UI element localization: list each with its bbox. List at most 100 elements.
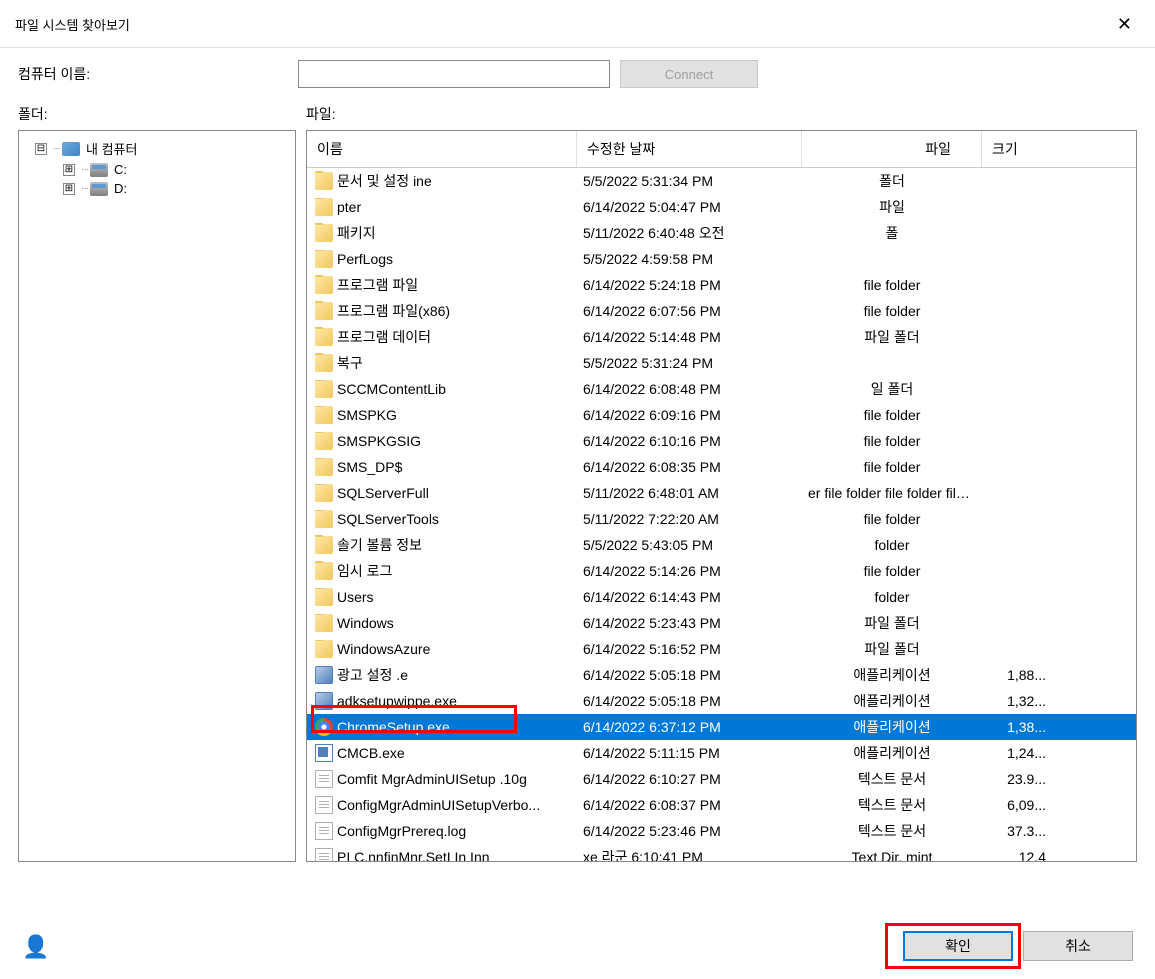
file-name: SMSPKGSIG (337, 433, 421, 449)
close-icon[interactable]: ✕ (1109, 10, 1140, 39)
ok-button[interactable]: 확인 (903, 931, 1013, 961)
main-panels: ⊟ ··· 내 컴퓨터 ⊞ ··· C: ⊞ ··· D: 이름 수정한 날짜 (18, 130, 1137, 862)
folder-icon (315, 276, 333, 294)
file-size: 12.4 (982, 849, 1058, 861)
file-list-header: 이름 수정한 날짜 파일 크기 (307, 131, 1136, 168)
file-date: 6/14/2022 6:10:16 PM (577, 433, 802, 449)
file-name: Users (337, 589, 374, 605)
expander-plus-icon[interactable]: ⊞ (63, 164, 75, 176)
file-list-body[interactable]: 문서 및 설정 ine5/5/2022 5:31:34 PM폴더pter6/14… (307, 168, 1136, 861)
exe-icon (315, 666, 333, 684)
doc-icon (315, 770, 333, 788)
cancel-button[interactable]: 취소 (1023, 931, 1133, 961)
file-row[interactable]: 광고 설정 .e6/14/2022 5:05:18 PM애플리케이션1,88..… (307, 662, 1136, 688)
file-row[interactable]: 임시 로그6/14/2022 5:14:26 PMfile folder (307, 558, 1136, 584)
file-row[interactable]: SMSPKGSIG6/14/2022 6:10:16 PMfile folder (307, 428, 1136, 454)
file-row[interactable]: SCCMContentLib6/14/2022 6:08:48 PM일 폴더 (307, 376, 1136, 402)
column-size[interactable]: 크기 (982, 131, 1058, 167)
doc-icon (315, 848, 333, 861)
file-type: folder (802, 589, 982, 605)
folder-icon (315, 458, 333, 476)
file-name: SQLServerTools (337, 511, 439, 527)
expander-plus-icon[interactable]: ⊞ (63, 183, 75, 195)
file-row[interactable]: 문서 및 설정 ine5/5/2022 5:31:34 PM폴더 (307, 168, 1136, 194)
file-name: 복구 (337, 353, 363, 373)
file-row[interactable]: ConfigMgrPrereq.log6/14/2022 5:23:46 PM텍… (307, 818, 1136, 844)
person-icon[interactable]: 👤 (22, 934, 46, 958)
folder-icon (315, 588, 333, 606)
computer-name-label: 컴퓨터 이름: (18, 64, 288, 84)
file-row[interactable]: 프로그램 데이터6/14/2022 5:14:48 PM파일 폴더 (307, 324, 1136, 350)
file-name: 광고 설정 .e (337, 665, 408, 685)
file-row[interactable]: Users 6/14/2022 6:14:43 PMfolder (307, 584, 1136, 610)
folder-label: 폴더: (18, 104, 306, 124)
column-name[interactable]: 이름 (307, 131, 577, 167)
connect-button[interactable]: Connect (620, 60, 758, 88)
folder-icon (315, 536, 333, 554)
file-type: Text Dir. mint (802, 849, 982, 861)
file-row[interactable]: Comfit MgrAdminUISetup .10g6/14/2022 6:1… (307, 766, 1136, 792)
file-row[interactable]: SMSPKG6/14/2022 6:09:16 PMfile folder (307, 402, 1136, 428)
chrome-icon (315, 718, 333, 736)
tree-drive-c[interactable]: ⊞ ··· C: (23, 160, 291, 179)
file-size: 1,32... (982, 693, 1058, 709)
file-row[interactable]: SQLServerTools5/11/2022 7:22:20 AMfile f… (307, 506, 1136, 532)
file-name: 프로그램 데이터 (337, 327, 431, 347)
file-name: PerfLogs (337, 251, 393, 267)
file-name: 프로그램 파일 (337, 275, 418, 295)
computer-icon (62, 142, 80, 156)
exe-icon (315, 692, 333, 710)
computer-name-input[interactable] (298, 60, 610, 88)
file-row[interactable]: CMCB.exe6/14/2022 5:11:15 PM애플리케이션1,24..… (307, 740, 1136, 766)
file-row[interactable]: Windows6/14/2022 5:23:43 PM파일 폴더 (307, 610, 1136, 636)
doc-icon (315, 822, 333, 840)
file-row[interactable]: SQLServerFull5/11/2022 6:48:01 AMer file… (307, 480, 1136, 506)
file-name: adksetupwippe.exe (337, 693, 457, 709)
file-date: 6/14/2022 5:05:18 PM (577, 667, 802, 683)
computer-name-row: 컴퓨터 이름: Connect (18, 60, 1137, 88)
file-row[interactable]: 솔기 볼륨 정보5/5/2022 5:43:05 PMfolder (307, 532, 1136, 558)
column-date[interactable]: 수정한 날짜 (577, 131, 802, 167)
file-name: 패키지 (337, 223, 376, 243)
footer-bar: 👤 확인 취소 (0, 931, 1155, 961)
file-date: 6/14/2022 6:10:27 PM (577, 771, 802, 787)
file-type: 파일 폴더 (802, 327, 982, 347)
file-row[interactable]: 복구5/5/2022 5:31:24 PM (307, 350, 1136, 376)
file-type: 애플리케이션 (802, 691, 982, 711)
file-date: 6/14/2022 5:11:15 PM (577, 745, 802, 761)
file-type: 텍스트 문서 (802, 795, 982, 815)
folder-tree[interactable]: ⊟ ··· 내 컴퓨터 ⊞ ··· C: ⊞ ··· D: (18, 130, 296, 862)
file-row[interactable]: SMS_DP$6/14/2022 6:08:35 PMfile folder (307, 454, 1136, 480)
file-row[interactable]: ConfigMgrAdminUISetupVerbo...6/14/2022 6… (307, 792, 1136, 818)
file-name: ConfigMgrAdminUISetupVerbo... (337, 797, 540, 813)
file-date: 6/14/2022 6:08:35 PM (577, 459, 802, 475)
folder-icon (315, 510, 333, 528)
folder-icon (315, 406, 333, 424)
file-row[interactable]: adksetupwippe.exe6/14/2022 5:05:18 PM애플리… (307, 688, 1136, 714)
file-type: 애플리케이션 (802, 665, 982, 685)
tree-drive-d[interactable]: ⊞ ··· D: (23, 179, 291, 198)
file-row[interactable]: PerfLogs5/5/2022 4:59:58 PM (307, 246, 1136, 272)
doc-icon (315, 796, 333, 814)
file-row[interactable]: 패키지5/11/2022 6:40:48 오전폴 (307, 220, 1136, 246)
file-row[interactable]: pter6/14/2022 5:04:47 PM파일 (307, 194, 1136, 220)
file-row[interactable]: 프로그램 파일(x86)6/14/2022 6:07:56 PMfile fol… (307, 298, 1136, 324)
folder-icon (315, 562, 333, 580)
expander-minus-icon[interactable]: ⊟ (35, 143, 47, 155)
file-row[interactable]: ChromeSetup.exe6/14/2022 6:37:12 PM애플리케이… (307, 714, 1136, 740)
file-row[interactable]: PI C.nnfinMnr.SetI In Innxe 라군 6:10:41 P… (307, 844, 1136, 861)
folder-icon (315, 380, 333, 398)
file-row[interactable]: 프로그램 파일6/14/2022 5:24:18 PMfile folder (307, 272, 1136, 298)
column-type[interactable]: 파일 (802, 131, 982, 167)
folder-icon (315, 354, 333, 372)
file-name: SQLServerFull (337, 485, 429, 501)
tree-root-node[interactable]: ⊟ ··· 내 컴퓨터 (23, 137, 291, 160)
file-type: file folder (802, 407, 982, 423)
file-name: CMCB.exe (337, 745, 405, 761)
file-row[interactable]: WindowsAzure6/14/2022 5:16:52 PM파일 폴더 (307, 636, 1136, 662)
file-name: SCCMContentLib (337, 381, 446, 397)
file-date: xe 라군 6:10:41 PM (577, 847, 802, 861)
file-date: 6/14/2022 6:14:43 PM (577, 589, 802, 605)
file-type: 텍스트 문서 (802, 769, 982, 789)
file-name: 임시 로그 (337, 561, 392, 581)
